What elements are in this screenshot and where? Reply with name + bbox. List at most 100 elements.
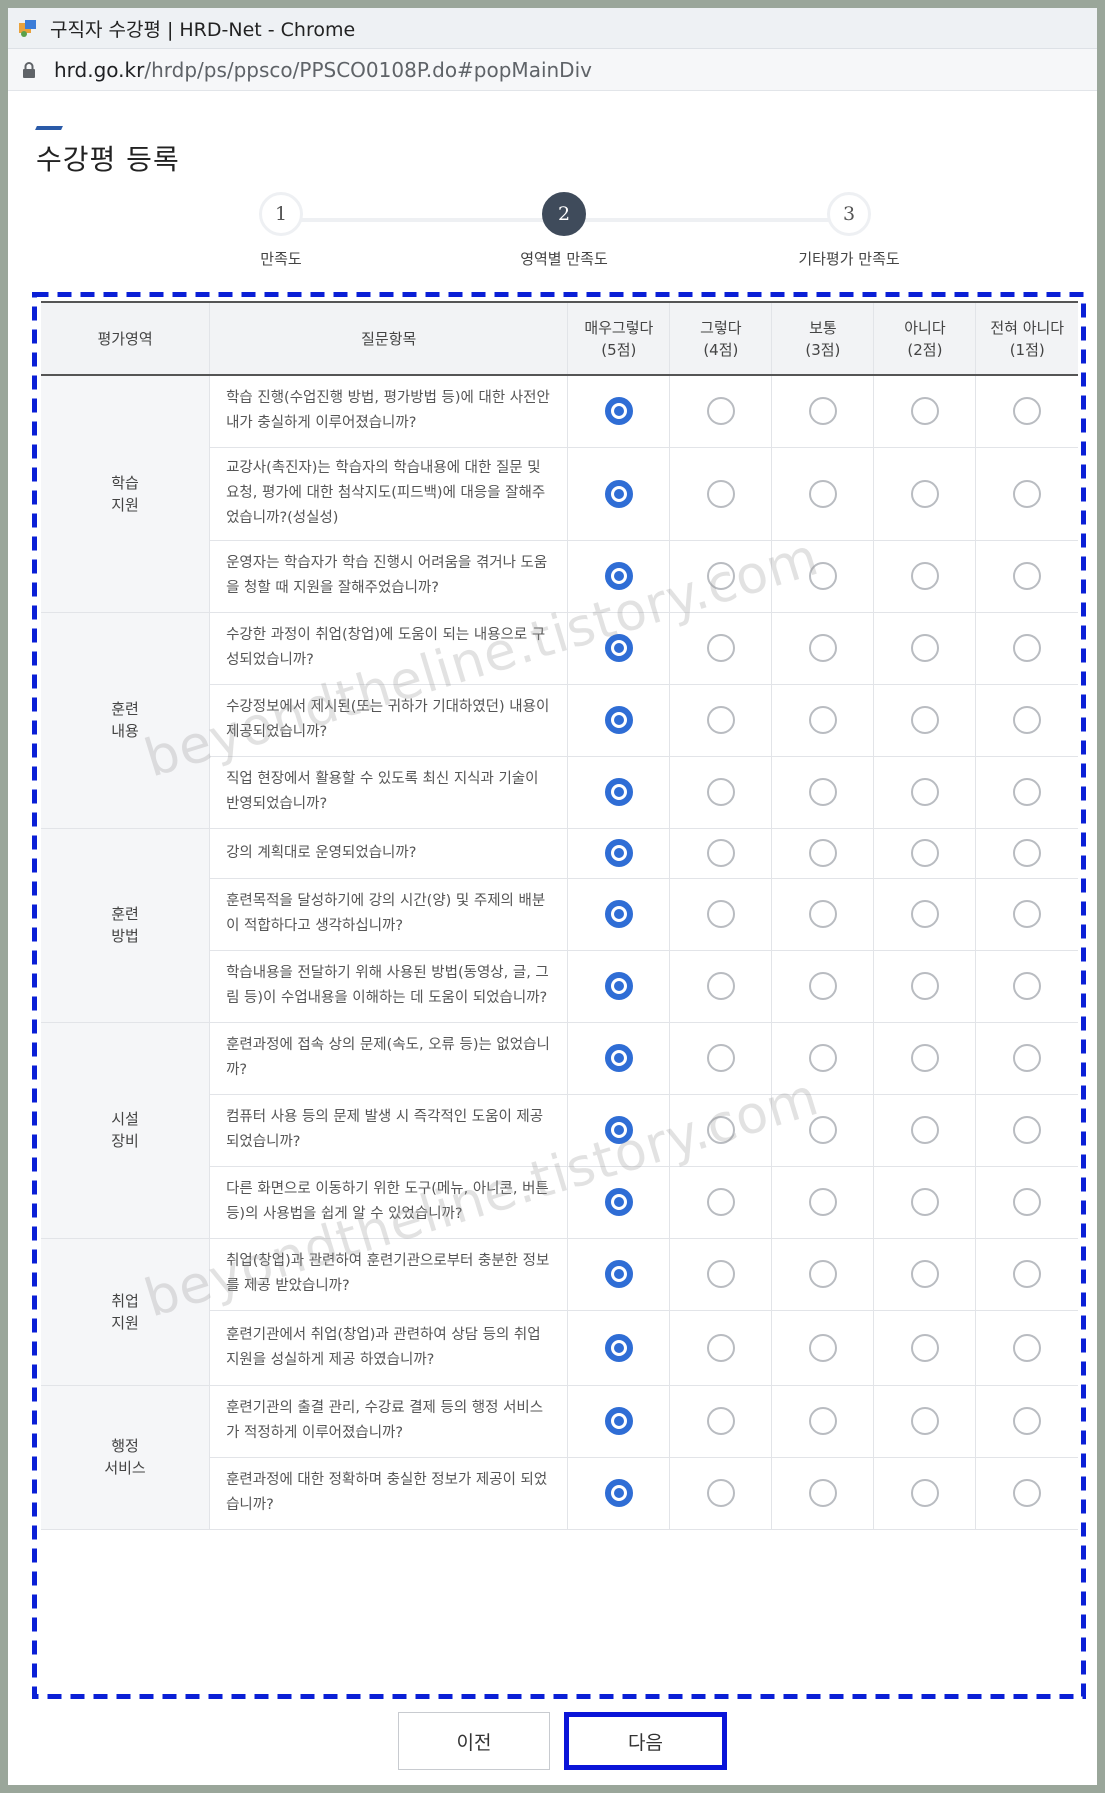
radio-selected[interactable] bbox=[604, 1044, 633, 1072]
option-cell bbox=[771, 828, 875, 879]
option-cell bbox=[771, 756, 875, 829]
radio-option[interactable] bbox=[910, 839, 939, 867]
next-button[interactable]: 다음 bbox=[564, 1712, 727, 1770]
radio-option[interactable] bbox=[1013, 706, 1042, 734]
radio-option[interactable] bbox=[808, 1188, 837, 1216]
radio-option[interactable] bbox=[706, 1407, 735, 1435]
radio-option[interactable] bbox=[706, 778, 735, 806]
radio-selected[interactable] bbox=[604, 778, 633, 806]
radio-option[interactable] bbox=[706, 1260, 735, 1288]
radio-option[interactable] bbox=[808, 778, 837, 806]
radio-selected[interactable] bbox=[604, 479, 633, 508]
option-cell bbox=[975, 1385, 1078, 1458]
radio-option[interactable] bbox=[1013, 634, 1042, 662]
radio-option[interactable] bbox=[1013, 1116, 1042, 1144]
radio-option[interactable] bbox=[1013, 1333, 1042, 1362]
radio-option[interactable] bbox=[706, 1479, 735, 1507]
radio-option[interactable] bbox=[808, 1116, 837, 1144]
radio-selected[interactable] bbox=[604, 1116, 633, 1144]
radio-option[interactable] bbox=[808, 479, 837, 508]
radio-option[interactable] bbox=[910, 1260, 939, 1288]
radio-option[interactable] bbox=[1013, 1044, 1042, 1072]
radio-selected[interactable] bbox=[604, 1479, 633, 1507]
radio-option[interactable] bbox=[1013, 839, 1042, 867]
radio-option[interactable] bbox=[910, 562, 939, 590]
table-row: 훈련 내용 수강한 과정이 취업(창업)에 도움이 되는 내용으로 구성되었습니까? bbox=[41, 612, 1078, 829]
radio-option[interactable] bbox=[808, 1260, 837, 1288]
radio-option[interactable] bbox=[1013, 900, 1042, 928]
radio-option[interactable] bbox=[706, 706, 735, 734]
radio-option[interactable] bbox=[808, 839, 837, 867]
prev-button[interactable]: 이전 bbox=[398, 1712, 550, 1770]
radio-option[interactable] bbox=[910, 1188, 939, 1216]
radio-option[interactable] bbox=[910, 1044, 939, 1072]
option-cell bbox=[669, 950, 773, 1023]
radio-option[interactable] bbox=[808, 972, 837, 1000]
radio-option[interactable] bbox=[706, 634, 735, 662]
radio-option[interactable] bbox=[910, 479, 939, 508]
radio-option[interactable] bbox=[706, 1333, 735, 1362]
radio-option[interactable] bbox=[910, 778, 939, 806]
address-bar[interactable]: hrd.go.kr/hrdp/ps/ppsco/PPSCO0108P.do#po… bbox=[8, 49, 1097, 91]
radio-option[interactable] bbox=[808, 1333, 837, 1362]
area-cell: 행정 서비스 bbox=[41, 1385, 211, 1530]
radio-option[interactable] bbox=[706, 1188, 735, 1216]
radio-option[interactable] bbox=[1013, 1260, 1042, 1288]
radio-option[interactable] bbox=[910, 634, 939, 662]
radio-option[interactable] bbox=[808, 562, 837, 590]
radio-option[interactable] bbox=[706, 479, 735, 508]
radio-selected[interactable] bbox=[604, 972, 633, 1000]
radio-option[interactable] bbox=[706, 1044, 735, 1072]
radio-selected[interactable] bbox=[604, 839, 633, 867]
radio-option[interactable] bbox=[910, 1407, 939, 1435]
area-label-line2: 서비스 bbox=[104, 1459, 146, 1477]
radio-option[interactable] bbox=[706, 1116, 735, 1144]
radio-option[interactable] bbox=[808, 706, 837, 734]
radio-option[interactable] bbox=[910, 397, 939, 426]
radio-selected[interactable] bbox=[604, 1188, 633, 1216]
radio-option[interactable] bbox=[1013, 972, 1042, 1000]
radio-option[interactable] bbox=[808, 634, 837, 662]
radio-option[interactable] bbox=[808, 1044, 837, 1072]
radio-option[interactable] bbox=[706, 900, 735, 928]
radio-option[interactable] bbox=[910, 1479, 939, 1507]
option-cell bbox=[873, 684, 977, 757]
radio-option[interactable] bbox=[1013, 778, 1042, 806]
radio-selected[interactable] bbox=[604, 1333, 633, 1362]
radio-option[interactable] bbox=[808, 1407, 837, 1435]
radio-selected[interactable] bbox=[604, 1407, 633, 1435]
radio-option[interactable] bbox=[910, 1116, 939, 1144]
radio-option[interactable] bbox=[1013, 1407, 1042, 1435]
option-cell bbox=[771, 684, 875, 757]
radio-option[interactable] bbox=[1013, 397, 1042, 426]
radio-option[interactable] bbox=[706, 562, 735, 590]
radio-option[interactable] bbox=[1013, 1479, 1042, 1507]
radio-option[interactable] bbox=[808, 900, 837, 928]
option-cell bbox=[669, 375, 773, 448]
option-cell bbox=[975, 756, 1078, 829]
radio-selected[interactable] bbox=[604, 634, 633, 662]
option-cell bbox=[669, 1238, 773, 1311]
radio-option[interactable] bbox=[706, 972, 735, 1000]
radio-option[interactable] bbox=[706, 839, 735, 867]
radio-option[interactable] bbox=[1013, 1188, 1042, 1216]
radio-option[interactable] bbox=[910, 900, 939, 928]
radio-selected[interactable] bbox=[604, 900, 633, 928]
radio-option[interactable] bbox=[910, 706, 939, 734]
radio-option[interactable] bbox=[808, 397, 837, 426]
radio-option[interactable] bbox=[1013, 562, 1042, 590]
radio-option[interactable] bbox=[706, 397, 735, 426]
app-icon bbox=[18, 18, 38, 38]
radio-option[interactable] bbox=[910, 972, 939, 1000]
radio-selected[interactable] bbox=[604, 562, 633, 590]
header-opt5-label: 전혀 아니다 bbox=[990, 318, 1065, 337]
option-cell bbox=[975, 878, 1078, 951]
radio-selected[interactable] bbox=[604, 397, 633, 426]
option-cell bbox=[771, 950, 875, 1023]
radio-option[interactable] bbox=[808, 1479, 837, 1507]
question-text: 컴퓨터 사용 등의 문제 발생 시 즉각적인 도움이 제공 되었습니까? bbox=[209, 1094, 569, 1167]
radio-option[interactable] bbox=[1013, 479, 1042, 508]
radio-option[interactable] bbox=[910, 1333, 939, 1362]
radio-selected[interactable] bbox=[604, 1260, 633, 1288]
radio-selected[interactable] bbox=[604, 706, 633, 734]
